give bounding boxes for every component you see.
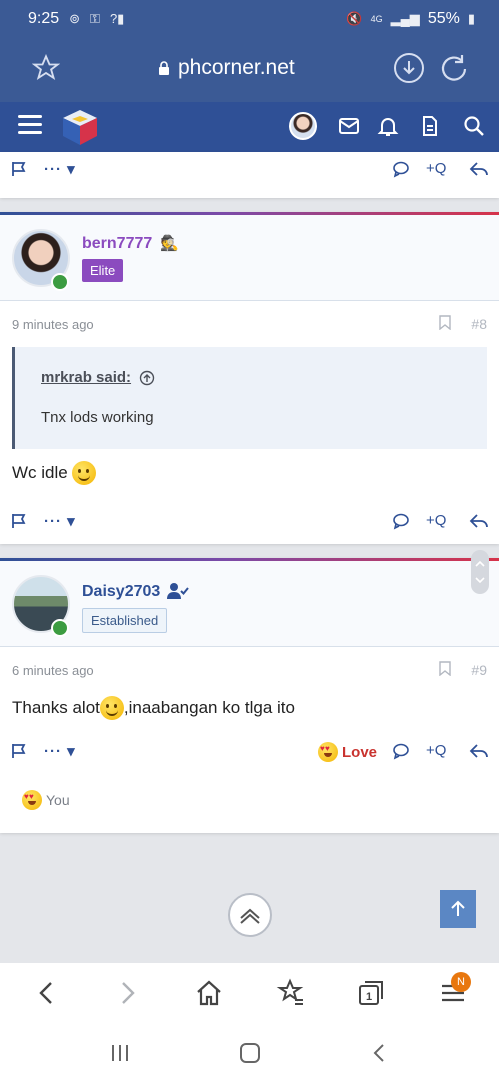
post-message: Thanks alot ,inaabangan ko tlga ito — [12, 696, 295, 720]
share-icon[interactable] — [469, 742, 489, 760]
bookmark-star-icon[interactable] — [32, 54, 60, 82]
battery-percent: 55% — [427, 10, 460, 27]
browser-scroll-top-button[interactable] — [228, 893, 272, 937]
smile-emoji-icon — [71, 461, 96, 485]
multi-quote-button[interactable]: +Q — [426, 742, 446, 759]
home-button-icon[interactable] — [238, 1041, 262, 1065]
site-logo[interactable] — [60, 107, 100, 147]
site-scroll-top-button[interactable] — [440, 890, 476, 928]
bookmark-icon[interactable] — [439, 661, 451, 676]
signal-question-icon: ?▮ — [109, 11, 125, 26]
post-card: Daisy2703 Established 6 minutes ago #9 T… — [0, 558, 499, 833]
online-indicator-icon — [51, 273, 69, 291]
page-scroll-handle[interactable] — [471, 550, 489, 594]
post-actions: ··· ▾ +Q — [0, 156, 499, 186]
menu-icon[interactable] — [18, 115, 42, 137]
quote-text: Tnx lods working — [41, 409, 154, 426]
system-back-icon[interactable] — [368, 1041, 392, 1065]
address-field[interactable]: phcorner.net — [158, 56, 295, 80]
share-icon[interactable] — [469, 512, 489, 530]
user-title-badge: Elite — [82, 259, 124, 282]
back-icon[interactable] — [32, 978, 62, 1008]
key-icon: ⚿ — [90, 11, 100, 26]
report-flag-icon[interactable] — [10, 160, 28, 178]
verified-user-icon — [167, 583, 189, 599]
tabs-count: 1 — [366, 991, 373, 1003]
site-header — [0, 102, 499, 152]
previous-post-card: ··· ▾ +Q — [0, 152, 499, 198]
author-username[interactable]: bern7777 — [82, 235, 152, 253]
author-username[interactable]: Daisy2703 — [82, 583, 160, 601]
more-options-button[interactable]: ··· ▾ — [44, 512, 76, 530]
user-avatar[interactable] — [289, 112, 317, 140]
signal-bars-icon: ▂▄▆ — [390, 11, 420, 26]
report-flag-icon[interactable] — [10, 512, 28, 530]
user-title-badge: Established — [82, 608, 168, 633]
menu-notification-badge: N — [451, 972, 471, 992]
download-icon[interactable] — [394, 53, 424, 83]
message-text-continued: ,inaabangan ko tlga ito — [123, 698, 295, 717]
lock-icon — [159, 61, 169, 75]
home-icon[interactable] — [194, 978, 224, 1008]
reply-icon[interactable] — [392, 512, 410, 530]
quote-author-link[interactable]: mrkrab said: — [41, 369, 131, 386]
quote-block: mrkrab said: Tnx lods working — [12, 347, 487, 449]
multi-quote-button[interactable]: +Q — [426, 512, 446, 529]
url-text: phcorner.net — [178, 56, 295, 79]
more-options-button[interactable]: ··· ▾ — [44, 742, 76, 760]
post-author-block: bern7777 🕵 Elite — [0, 215, 499, 301]
share-icon[interactable] — [469, 160, 489, 178]
mute-icon: 🔇 — [346, 11, 363, 26]
message-text: Wc idle — [12, 463, 68, 482]
post-actions: ··· ▾ Love +Q — [0, 738, 499, 768]
reload-icon[interactable] — [440, 53, 470, 83]
status-time: 9:25 — [28, 10, 60, 27]
reacted-by-text: You — [46, 792, 70, 808]
post-actions: ··· ▾ +Q — [0, 508, 499, 538]
post-message: Wc idle — [12, 461, 96, 485]
post-timestamp[interactable]: 9 minutes ago — [12, 317, 94, 332]
smile-emoji-icon — [99, 696, 124, 720]
message-text: Thanks alot — [12, 698, 100, 717]
bookmark-icon[interactable] — [439, 315, 451, 330]
post-author-block: Daisy2703 Established — [0, 561, 499, 647]
inbox-icon[interactable] — [337, 114, 361, 138]
bookmarks-icon[interactable] — [276, 978, 306, 1008]
reply-icon[interactable] — [392, 742, 410, 760]
reaction-label: Love — [342, 743, 378, 761]
system-navigation-bar — [0, 1023, 499, 1080]
sync-icon: ⊚ — [69, 11, 81, 26]
network-type: 4G — [370, 14, 383, 24]
search-icon[interactable] — [462, 114, 486, 138]
report-flag-icon[interactable] — [10, 742, 28, 760]
browser-url-bar: phcorner.net — [0, 40, 499, 102]
online-indicator-icon — [51, 619, 69, 637]
multi-quote-button[interactable]: +Q — [426, 160, 446, 177]
reactions-summary[interactable]: You — [22, 790, 70, 810]
post-number[interactable]: #9 — [471, 662, 487, 678]
post-card: bern7777 🕵 Elite 9 minutes ago #8 mrkrab… — [0, 212, 499, 544]
post-number[interactable]: #8 — [471, 316, 487, 332]
browser-toolbar: 1 — [0, 963, 499, 1023]
spy-icon: 🕵 — [160, 235, 179, 252]
jump-to-quote-icon[interactable] — [139, 370, 155, 386]
heart-eyes-emoji-icon — [22, 790, 42, 810]
status-bar: 9:25 ⊚ ⚿ ?▮ 🔇 4G ▂▄▆ 55% ▮ — [0, 0, 499, 40]
more-options-button[interactable]: ··· ▾ — [44, 160, 76, 178]
post-timestamp[interactable]: 6 minutes ago — [12, 663, 94, 678]
recent-apps-icon[interactable] — [108, 1041, 132, 1065]
battery-icon: ▮ — [467, 11, 475, 26]
love-reaction-button[interactable]: Love — [318, 742, 377, 762]
document-icon[interactable] — [418, 114, 442, 138]
forward-icon[interactable] — [112, 978, 142, 1008]
bell-icon[interactable] — [376, 114, 400, 138]
reply-icon[interactable] — [392, 160, 410, 178]
heart-eyes-emoji-icon — [318, 742, 338, 762]
